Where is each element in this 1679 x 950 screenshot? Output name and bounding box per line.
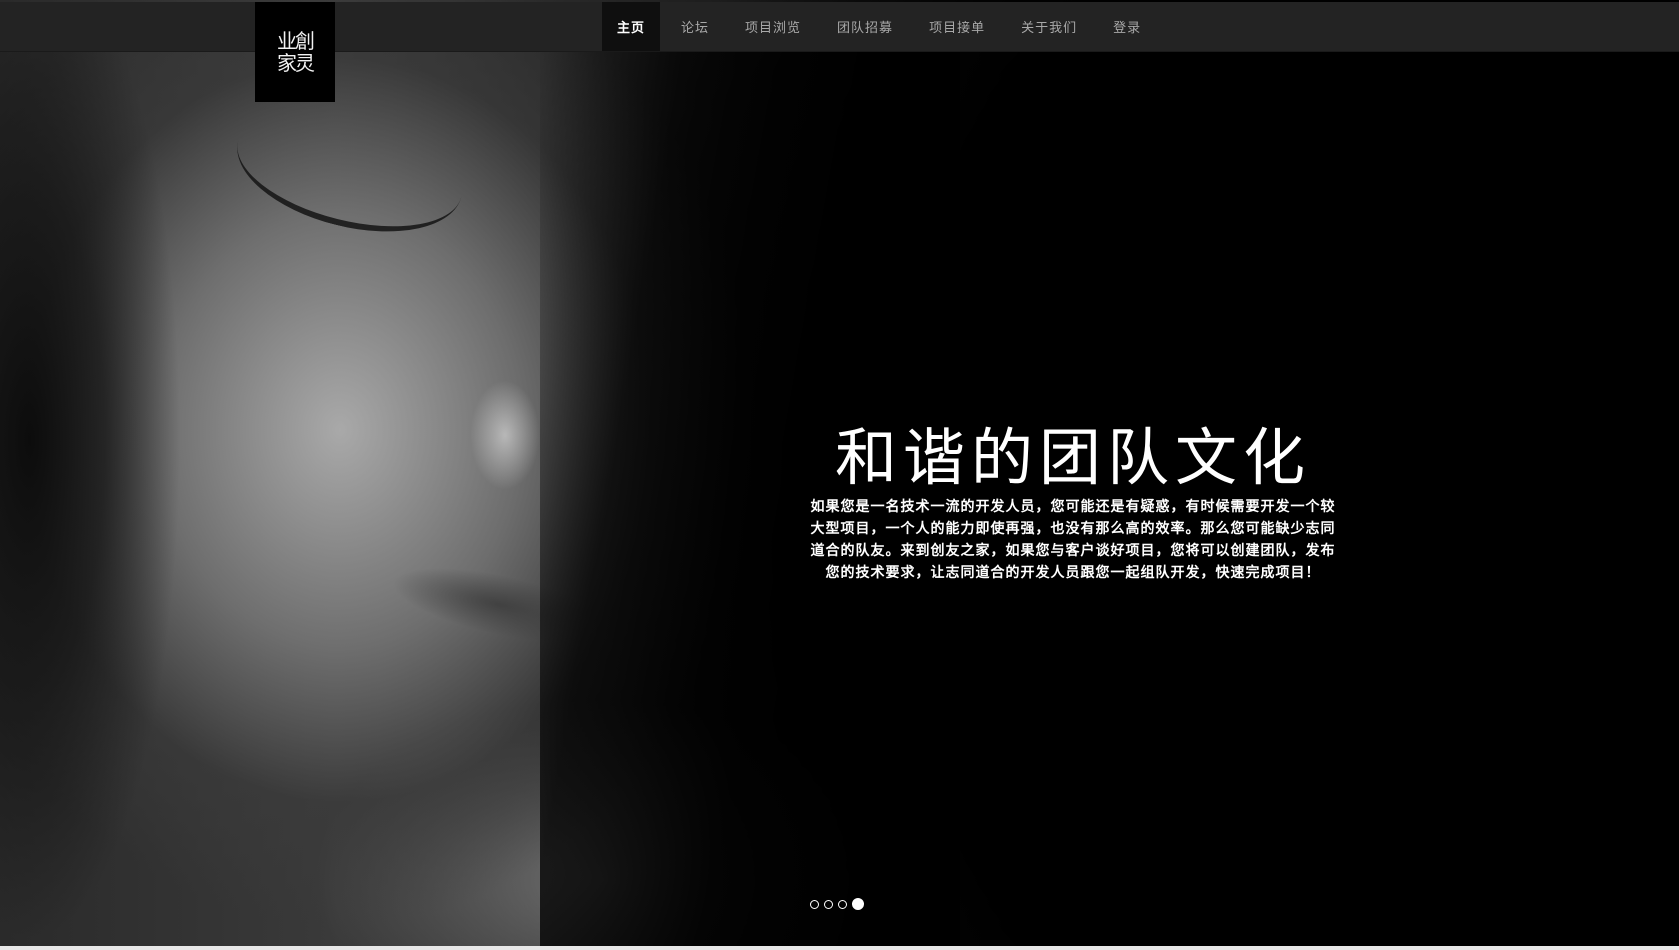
logo-text-top: 业創: [277, 29, 315, 53]
hero-image-nose: [470, 380, 540, 490]
nav-item-project-browse[interactable]: 项目浏览: [730, 2, 816, 51]
nav-item-login[interactable]: 登录: [1098, 2, 1156, 51]
top-navbar: 主页 论坛 项目浏览 团队招募 项目接单 关于我们 登录: [0, 2, 1679, 52]
nav-item-team-recruit[interactable]: 团队招募: [822, 2, 908, 51]
hero-image-hair-left: [0, 40, 200, 950]
page-bottom-edge: [0, 946, 1679, 950]
nav-item-project-orders[interactable]: 项目接单: [914, 2, 1000, 51]
hero-title: 和谐的团队文化: [834, 421, 1311, 494]
main-nav: 主页 论坛 项目浏览 团队招募 项目接单 关于我们 登录: [602, 2, 1156, 51]
hero-description: 如果您是一名技术一流的开发人员，您可能还是有疑惑，有时候需要开发一个较大型项目，…: [810, 499, 1336, 581]
carousel-indicator-1[interactable]: [810, 899, 819, 909]
nav-item-about-us[interactable]: 关于我们: [1006, 2, 1092, 51]
nav-item-home[interactable]: 主页: [602, 2, 661, 51]
carousel-indicator-2[interactable]: [824, 899, 833, 909]
logo-text-bottom: 家灵: [277, 51, 315, 75]
logo-mark: 业創 家灵: [273, 30, 317, 74]
hero-image-eye: [224, 123, 466, 253]
nav-item-forum[interactable]: 论坛: [666, 2, 724, 51]
carousel-indicator-4[interactable]: [852, 898, 864, 910]
site-logo[interactable]: 业創 家灵: [255, 2, 335, 102]
carousel-indicator-3[interactable]: [838, 899, 847, 909]
hero-caption: 和谐的团队文化 如果您是一名技术一流的开发人员，您可能还是有疑惑，有时候需要开发…: [808, 420, 1338, 584]
carousel-indicators: [810, 898, 869, 910]
